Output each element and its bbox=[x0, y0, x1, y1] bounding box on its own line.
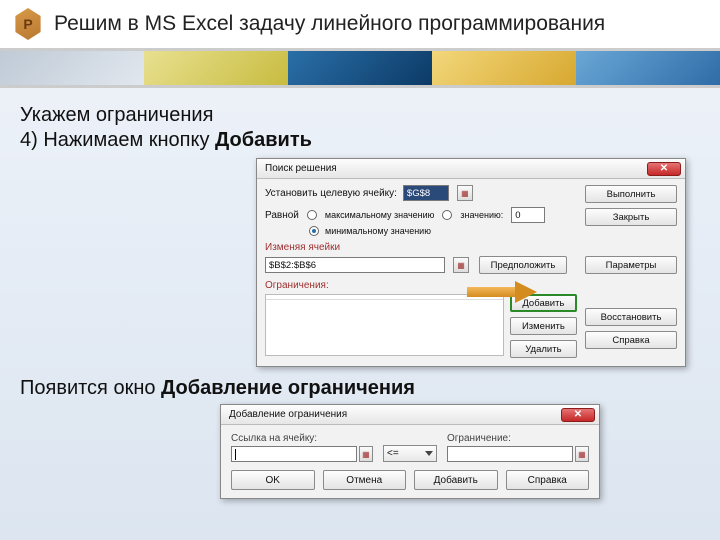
edit-constraint-button[interactable]: Изменить bbox=[510, 317, 577, 335]
logo-letter: P bbox=[23, 16, 32, 32]
help-button[interactable]: Справка bbox=[506, 470, 590, 490]
cell-ref-label: Ссылка на ячейку: bbox=[231, 433, 373, 444]
highlight-arrow-icon bbox=[467, 281, 537, 303]
cell-ref-input[interactable] bbox=[231, 446, 357, 462]
text-line-3: Появится окно Добавление ограничения bbox=[20, 377, 700, 400]
constraint-label: Ограничение: bbox=[447, 433, 589, 444]
text-line-1: Укажем ограничения bbox=[20, 104, 700, 127]
ref-picker-icon[interactable]: ▦ bbox=[359, 446, 373, 462]
constraints-listbox[interactable] bbox=[265, 294, 504, 356]
params-button[interactable]: Параметры bbox=[585, 256, 677, 274]
add-dialog-titlebar[interactable]: Добавление ограничения ✕ bbox=[221, 405, 599, 425]
help-button[interactable]: Справка bbox=[585, 331, 677, 349]
decorative-stripe bbox=[0, 48, 720, 88]
run-button[interactable]: Выполнить bbox=[585, 185, 677, 203]
radio-min[interactable] bbox=[309, 226, 319, 236]
ref-picker-icon[interactable]: ▦ bbox=[575, 446, 589, 462]
close-dialog-button[interactable]: Закрыть bbox=[585, 208, 677, 226]
delete-constraint-button[interactable]: Удалить bbox=[510, 340, 577, 358]
ok-button[interactable]: OK bbox=[231, 470, 315, 490]
add-constraint-dialog: Добавление ограничения ✕ Ссылка на ячейк… bbox=[220, 404, 600, 499]
reset-button[interactable]: Восстановить bbox=[585, 308, 677, 326]
target-cell-label: Установить целевую ячейку: bbox=[265, 188, 397, 199]
solver-dialog: Поиск решения ✕ Установить целевую ячейк… bbox=[256, 158, 686, 367]
solver-title-text: Поиск решения bbox=[265, 163, 337, 174]
slide-title: Решим в MS Excel задачу линейного програ… bbox=[54, 12, 605, 36]
ref-picker-icon[interactable]: ▦ bbox=[457, 185, 473, 201]
close-button[interactable]: ✕ bbox=[561, 408, 595, 422]
equal-label: Равной bbox=[265, 210, 299, 221]
operator-select[interactable]: <= bbox=[383, 445, 437, 462]
cancel-button[interactable]: Отмена bbox=[323, 470, 407, 490]
add-dialog-title-text: Добавление ограничения bbox=[229, 409, 347, 420]
radio-max[interactable] bbox=[307, 210, 317, 220]
text-line-2: 4) Нажимаем кнопку Добавить bbox=[20, 129, 700, 152]
chevron-down-icon bbox=[425, 451, 433, 456]
add-button[interactable]: Добавить bbox=[414, 470, 498, 490]
changing-cells-label: Изменяя ячейки bbox=[265, 242, 577, 253]
close-icon: ✕ bbox=[660, 164, 668, 174]
target-cell-input[interactable]: $G$8 bbox=[403, 185, 449, 201]
guess-button[interactable]: Предположить bbox=[479, 256, 567, 274]
slide-header: P Решим в MS Excel задачу линейного прог… bbox=[0, 0, 720, 48]
slide-content: Укажем ограничения 4) Нажимаем кнопку До… bbox=[0, 88, 720, 499]
ref-picker-icon[interactable]: ▦ bbox=[453, 257, 469, 273]
solver-titlebar[interactable]: Поиск решения ✕ bbox=[257, 159, 685, 179]
radio-value[interactable] bbox=[442, 210, 452, 220]
close-button[interactable]: ✕ bbox=[647, 162, 681, 176]
changing-cells-input[interactable]: $B$2:$B$6 bbox=[265, 257, 445, 273]
logo-icon: P bbox=[14, 8, 42, 40]
value-input[interactable]: 0 bbox=[511, 207, 545, 223]
close-icon: ✕ bbox=[574, 410, 582, 420]
constraint-input[interactable] bbox=[447, 446, 573, 462]
